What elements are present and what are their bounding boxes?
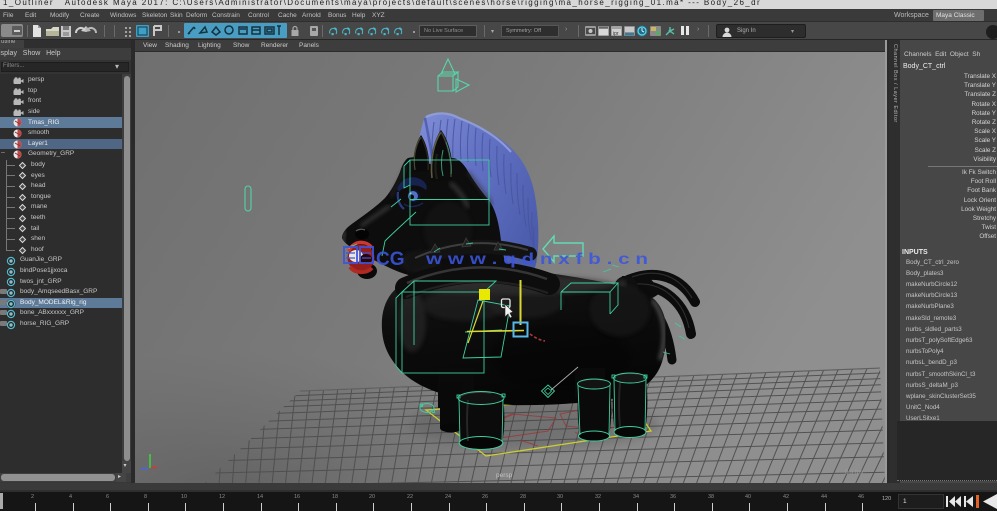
svg-text:0.9 fps: 0.9 fps [845, 470, 863, 476]
svg-text:CG: CG [376, 249, 405, 270]
svg-text:ipr: ipr [613, 31, 619, 37]
svg-text:w w w . q d n x f b . c n: w w w . q d n x f b . c n [425, 251, 648, 268]
svg-text:persp: persp [496, 472, 513, 479]
